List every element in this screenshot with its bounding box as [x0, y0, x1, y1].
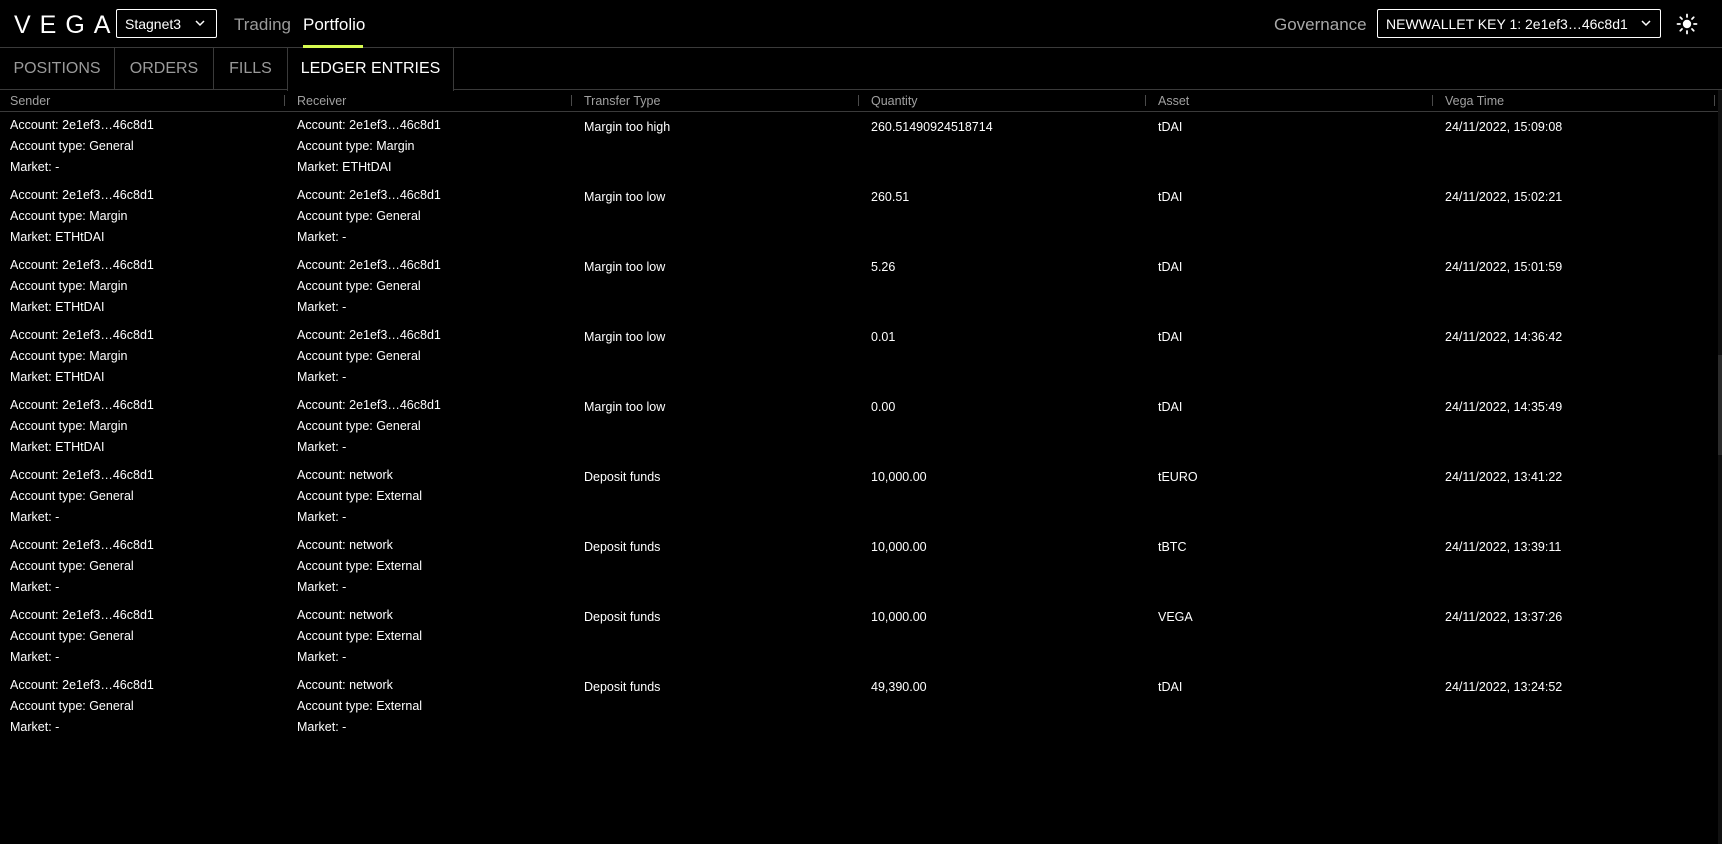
quantity-cell: 0.01: [871, 330, 896, 344]
table-row[interactable]: Account: 2e1ef3…46c8d1 Account type: Gene…: [0, 112, 1718, 182]
vega-time-cell: 24/11/2022, 15:01:59: [1445, 260, 1563, 274]
vega-time-cell: 24/11/2022, 13:24:52: [1445, 680, 1563, 694]
transfer-type-cell: Deposit funds: [584, 680, 661, 694]
asset-cell: tDAI: [1158, 400, 1183, 414]
transfer-type-cell: Margin too low: [584, 190, 666, 204]
column-header-asset[interactable]: Asset: [1158, 94, 1189, 108]
receiver-cell: Account: network Account type: External Ma…: [297, 538, 423, 594]
transfer-type-cell: Deposit funds: [584, 470, 661, 484]
receiver-cell: Account: 2e1ef3…46c8d1 Account type: Gene…: [297, 328, 441, 384]
sender-cell: Account: 2e1ef3…46c8d1 Account type: Marg…: [10, 328, 154, 384]
nav-trading[interactable]: Trading: [234, 15, 291, 35]
table-body: Account: 2e1ef3…46c8d1 Account type: Gene…: [0, 112, 1718, 742]
table-row[interactable]: Account: 2e1ef3…46c8d1 Account type: Marg…: [0, 182, 1718, 252]
sender-cell: Account: 2e1ef3…46c8d1 Account type: Gene…: [10, 608, 154, 664]
sender-cell: Account: 2e1ef3…46c8d1 Account type: Marg…: [10, 398, 154, 454]
vega-time-cell: 24/11/2022, 13:39:11: [1445, 540, 1562, 554]
vega-time-cell: 24/11/2022, 15:02:21: [1445, 190, 1563, 204]
table-row[interactable]: Account: 2e1ef3…46c8d1 Account type: Marg…: [0, 322, 1718, 392]
vega-time-cell: 24/11/2022, 14:36:42: [1445, 330, 1563, 344]
table-header: Sender Receiver Transfer Type Quantity A…: [0, 90, 1718, 112]
asset-cell: tDAI: [1158, 330, 1183, 344]
asset-cell: tDAI: [1158, 190, 1183, 204]
quantity-cell: 49,390.00: [871, 680, 927, 694]
table-row[interactable]: Account: 2e1ef3…46c8d1 Account type: Marg…: [0, 252, 1718, 322]
receiver-cell: Account: 2e1ef3…46c8d1 Account type: Gene…: [297, 398, 441, 454]
tab-orders[interactable]: ORDERS: [115, 48, 214, 90]
sender-cell: Account: 2e1ef3…46c8d1 Account type: Gene…: [10, 118, 154, 174]
table-row[interactable]: Account: 2e1ef3…46c8d1 Account type: Marg…: [0, 392, 1718, 462]
vega-time-cell: 24/11/2022, 13:41:22: [1445, 470, 1563, 484]
receiver-cell: Account: 2e1ef3…46c8d1 Account type: Gene…: [297, 188, 441, 244]
sender-cell: Account: 2e1ef3…46c8d1 Account type: Gene…: [10, 468, 154, 524]
chevron-down-icon: [1641, 20, 1651, 27]
vertical-scrollbar[interactable]: [1718, 90, 1722, 844]
asset-cell: tDAI: [1158, 260, 1183, 274]
tab-ledger-entries[interactable]: LEDGER ENTRIES: [287, 48, 454, 91]
transfer-type-cell: Margin too low: [584, 400, 666, 414]
quantity-cell: 10,000.00: [871, 470, 927, 484]
vega-logo[interactable]: VEGA: [14, 11, 119, 40]
transfer-type-cell: Deposit funds: [584, 610, 661, 624]
column-header-receiver[interactable]: Receiver: [297, 94, 346, 108]
chevron-down-icon: [195, 20, 205, 27]
column-resize-handle[interactable]: [1145, 95, 1146, 106]
asset-cell: tBTC: [1158, 540, 1187, 554]
sender-cell: Account: 2e1ef3…46c8d1 Account type: Gene…: [10, 678, 154, 734]
vega-time-cell: 24/11/2022, 13:37:26: [1445, 610, 1563, 624]
table-row[interactable]: Account: 2e1ef3…46c8d1 Account type: Gene…: [0, 532, 1718, 602]
transfer-type-cell: Margin too low: [584, 260, 666, 274]
receiver-cell: Account: network Account type: External Ma…: [297, 608, 423, 664]
quantity-cell: 10,000.00: [871, 540, 927, 554]
sender-cell: Account: 2e1ef3…46c8d1 Account type: Marg…: [10, 258, 154, 314]
asset-cell: tDAI: [1158, 680, 1183, 694]
column-header-transfer-type[interactable]: Transfer Type: [584, 94, 660, 108]
quantity-cell: 0.00: [871, 400, 896, 414]
quantity-cell: 260.51490924518714: [871, 120, 993, 134]
nav-governance[interactable]: Governance: [1274, 15, 1367, 35]
tab-fills[interactable]: FILLS: [214, 48, 288, 90]
asset-cell: tEURO: [1158, 470, 1198, 484]
column-resize-handle[interactable]: [858, 95, 859, 106]
nav-portfolio[interactable]: Portfolio: [303, 15, 365, 35]
asset-cell: VEGA: [1158, 610, 1193, 624]
column-header-sender[interactable]: Sender: [10, 94, 50, 108]
receiver-cell: Account: 2e1ef3…46c8d1 Account type: Marg…: [297, 118, 441, 174]
receiver-cell: Account: network Account type: External Ma…: [297, 678, 423, 734]
tab-positions[interactable]: POSITIONS: [0, 48, 115, 90]
receiver-cell: Account: 2e1ef3…46c8d1 Account type: Gene…: [297, 258, 441, 314]
quantity-cell: 10,000.00: [871, 610, 927, 624]
table-row[interactable]: Account: 2e1ef3…46c8d1 Account type: Gene…: [0, 602, 1718, 672]
table-row[interactable]: Account: 2e1ef3…46c8d1 Account type: Gene…: [0, 462, 1718, 532]
transfer-type-cell: Margin too high: [584, 120, 671, 134]
column-header-vega-time[interactable]: Vega Time: [1445, 94, 1504, 108]
column-resize-handle[interactable]: [1432, 95, 1433, 106]
receiver-cell: Account: network Account type: External Ma…: [297, 468, 423, 524]
vega-time-cell: 24/11/2022, 14:35:49: [1445, 400, 1563, 414]
quantity-cell: 5.26: [871, 260, 896, 274]
column-resize-handle[interactable]: [284, 95, 285, 106]
transfer-type-cell: Deposit funds: [584, 540, 661, 554]
column-resize-handle[interactable]: [1714, 95, 1715, 106]
column-resize-handle[interactable]: [571, 95, 572, 106]
asset-cell: tDAI: [1158, 120, 1183, 134]
table-row[interactable]: Account: 2e1ef3…46c8d1 Account type: Gene…: [0, 672, 1718, 742]
sender-cell: Account: 2e1ef3…46c8d1 Account type: Gene…: [10, 538, 154, 594]
vega-time-cell: 24/11/2022, 15:09:08: [1445, 120, 1563, 134]
sun-icon[interactable]: [1676, 13, 1698, 35]
wallet-key-label: NEWWALLET KEY 1: 2e1ef3…46c8d1: [1386, 16, 1628, 32]
network-selector[interactable]: Stagnet3: [116, 9, 217, 38]
portfolio-tabs: POSITIONS ORDERS FILLS LEDGER ENTRIES: [0, 48, 1722, 91]
transfer-type-cell: Margin too low: [584, 330, 666, 344]
wallet-key-selector[interactable]: NEWWALLET KEY 1: 2e1ef3…46c8d1: [1377, 9, 1661, 38]
sender-cell: Account: 2e1ef3…46c8d1 Account type: Marg…: [10, 188, 154, 244]
network-label: Stagnet3: [125, 16, 182, 32]
scrollbar-thumb[interactable]: [1718, 355, 1722, 455]
top-nav-bar: VEGA Stagnet3 Trading Portfolio Governan…: [0, 0, 1722, 49]
ledger-table: Sender Receiver Transfer Type Quantity A…: [0, 90, 1718, 742]
quantity-cell: 260.51: [871, 190, 910, 204]
column-header-quantity[interactable]: Quantity: [871, 94, 918, 108]
